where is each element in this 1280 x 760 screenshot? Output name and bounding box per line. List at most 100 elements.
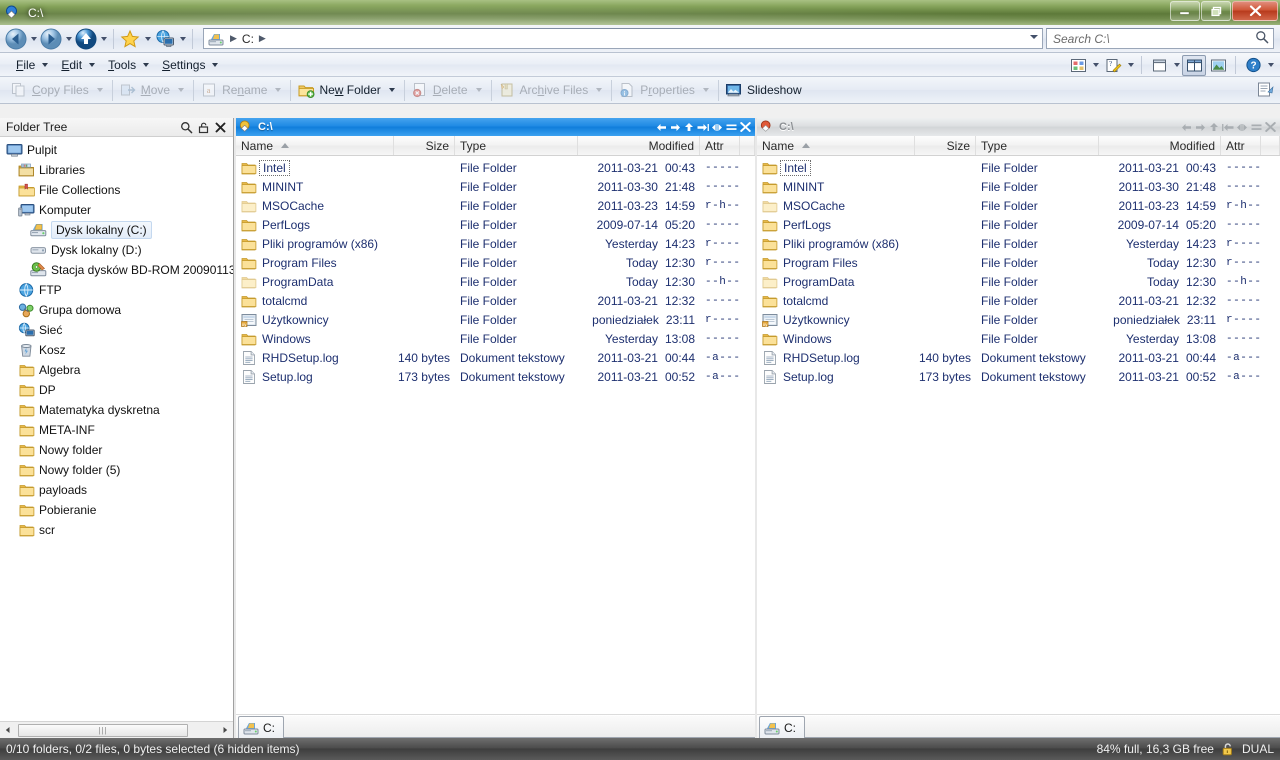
- cell-name[interactable]: Windows: [236, 329, 394, 348]
- breadcrumb-item-0[interactable]: C:: [242, 32, 254, 46]
- pane-menu-icon[interactable]: [1249, 119, 1263, 135]
- back-history-dropdown[interactable]: [28, 27, 39, 51]
- pencil-note-icon[interactable]: ?: [1101, 55, 1125, 76]
- tree-search-button[interactable]: [178, 119, 195, 136]
- tab-left-c[interactable]: C:: [238, 716, 284, 738]
- chevron-down-icon[interactable]: [89, 63, 95, 67]
- pane-title-bar-right[interactable]: C:\: [757, 118, 1280, 136]
- chevron-down-icon[interactable]: [703, 88, 709, 92]
- window-title-bar[interactable]: C:\: [0, 0, 1280, 25]
- column-headers-right[interactable]: Name Size Type Modified Attr: [757, 136, 1280, 156]
- equalize-panes-icon[interactable]: [710, 119, 724, 135]
- cell-name[interactable]: totalcmd: [757, 291, 915, 310]
- back-button[interactable]: [4, 27, 28, 51]
- tree-node-matematyka-dyskretna[interactable]: Matematyka dyskretna: [0, 400, 233, 420]
- search-icon[interactable]: [1255, 30, 1269, 47]
- customize-toolbar-icon[interactable]: [1257, 81, 1274, 101]
- pane-back-icon[interactable]: [654, 119, 668, 135]
- column-header-name[interactable]: Name: [757, 136, 915, 155]
- tree-node-scr[interactable]: scr: [0, 520, 233, 540]
- unlock-icon[interactable]: [195, 119, 212, 136]
- tree-node-nowy-folder[interactable]: Nowy folder: [0, 440, 233, 460]
- scroll-right-arrow-icon[interactable]: [217, 723, 233, 738]
- move-button[interactable]: Move: [115, 78, 191, 103]
- cell-name[interactable]: totalcmd: [236, 291, 394, 310]
- chevron-down-icon[interactable]: [275, 88, 281, 92]
- column-header-size[interactable]: Size: [915, 136, 976, 155]
- column-headers-left[interactable]: Name Size Type Modified Attr: [236, 136, 755, 156]
- up-history-dropdown[interactable]: [98, 27, 109, 51]
- menu-tools[interactable]: Tools: [102, 54, 156, 76]
- table-row[interactable]: totalcmdFile Folder2011-03-2112:32-----: [757, 291, 1280, 310]
- tree-node-dysk-lokalny-c[interactable]: Dysk lokalny (C:): [0, 220, 233, 240]
- tab-strip-right-filler[interactable]: [805, 716, 1280, 738]
- table-row[interactable]: IntelFile Folder2011-03-2100:43-----: [757, 158, 1280, 177]
- tree-node-ftp[interactable]: FTP: [0, 280, 233, 300]
- tab-strip-right[interactable]: C:: [757, 714, 1280, 738]
- cell-name[interactable]: MININT: [236, 177, 394, 196]
- chevron-down-icon[interactable]: [389, 88, 395, 92]
- chevron-down-icon[interactable]: [178, 88, 184, 92]
- navigation-bar[interactable]: ▶ C: ▶ Search C:\: [0, 25, 1280, 53]
- table-row[interactable]: RHDSetup.log140 bytesDokument tekstowy20…: [236, 348, 755, 367]
- tab-strip-left[interactable]: C:: [236, 714, 755, 738]
- column-header-type[interactable]: Type: [455, 136, 578, 155]
- swap-panes-icon[interactable]: [696, 119, 710, 135]
- menu-bar-right-buttons[interactable]: ? ?: [1066, 53, 1276, 77]
- column-header-attr[interactable]: Attr: [700, 136, 740, 155]
- equalize-panes-icon[interactable]: [1235, 119, 1249, 135]
- restore-button[interactable]: [1201, 1, 1231, 21]
- image-preview-icon[interactable]: [1206, 55, 1230, 76]
- tab-strip-left-filler[interactable]: [284, 716, 755, 738]
- up-button[interactable]: [74, 27, 98, 51]
- table-row[interactable]: Setup.log173 bytesDokument tekstowy2011-…: [757, 367, 1280, 386]
- network-dropdown[interactable]: [177, 27, 188, 51]
- pane-buttons-left[interactable]: [654, 118, 752, 136]
- table-row[interactable]: MININTFile Folder2011-03-3021:48-----: [236, 177, 755, 196]
- column-header-size[interactable]: Size: [394, 136, 455, 155]
- tree-node-nowy-folder-5[interactable]: Nowy folder (5): [0, 460, 233, 480]
- file-list-right[interactable]: IntelFile Folder2011-03-2100:43-----MINI…: [757, 156, 1280, 714]
- table-row[interactable]: PerfLogsFile Folder2009-07-1405:20-----: [236, 215, 755, 234]
- table-row[interactable]: xyUżytkownicyFile Folderponiedziałek23:1…: [236, 310, 755, 329]
- table-row[interactable]: Program FilesFile FolderToday12:30r----: [236, 253, 755, 272]
- tree-node-payloads[interactable]: payloads: [0, 480, 233, 500]
- tree-node-dp[interactable]: DP: [0, 380, 233, 400]
- pane-close-icon[interactable]: [738, 119, 752, 135]
- tree-node-grupa-domowa[interactable]: Grupa domowa: [0, 300, 233, 320]
- close-icon[interactable]: [212, 119, 229, 136]
- chevron-down-icon[interactable]: [212, 63, 218, 67]
- single-pane-icon[interactable]: [1147, 55, 1171, 76]
- chevron-down-icon[interactable]: [1030, 35, 1038, 39]
- close-button[interactable]: [1232, 1, 1278, 21]
- folder-tree-list[interactable]: PulpitLibrariesFile CollectionsKomputerD…: [0, 137, 233, 721]
- cell-name[interactable]: xyUżytkownicy: [236, 310, 394, 329]
- cell-name[interactable]: Pliki programów (x86): [757, 234, 915, 253]
- grid-view-dropdown[interactable]: [1090, 53, 1101, 77]
- tree-node-meta-inf[interactable]: META-INF: [0, 420, 233, 440]
- slideshow-button[interactable]: Slideshow: [721, 78, 805, 103]
- cell-name[interactable]: RHDSetup.log: [757, 348, 915, 367]
- menu-settings[interactable]: Settings: [156, 54, 225, 76]
- table-row[interactable]: MSOCacheFile Folder2011-03-2314:59r-h--: [236, 196, 755, 215]
- forward-button[interactable]: [39, 27, 63, 51]
- tree-node-sie[interactable]: Sieć: [0, 320, 233, 340]
- pane-up-icon[interactable]: [682, 119, 696, 135]
- pane-forward-icon[interactable]: [1193, 119, 1207, 135]
- pane-layout-dropdown[interactable]: [1171, 53, 1182, 77]
- column-header-modified[interactable]: Modified: [578, 136, 700, 155]
- cell-name[interactable]: ProgramData: [236, 272, 394, 291]
- grid-icon[interactable]: [1066, 55, 1090, 76]
- table-row[interactable]: WindowsFile FolderYesterday13:08-----: [236, 329, 755, 348]
- column-header-name[interactable]: Name: [236, 136, 394, 155]
- tree-node-dysk-lokalny-d[interactable]: Dysk lokalny (D:): [0, 240, 233, 260]
- cell-name[interactable]: PerfLogs: [757, 215, 915, 234]
- table-row[interactable]: Program FilesFile FolderToday12:30r----: [757, 253, 1280, 272]
- minimize-button[interactable]: [1170, 1, 1200, 21]
- menu-file[interactable]: File: [10, 54, 55, 76]
- properties-button[interactable]: i Properties: [614, 78, 716, 103]
- tree-node-pulpit[interactable]: Pulpit: [0, 140, 233, 160]
- tree-node-file-collections[interactable]: File Collections: [0, 180, 233, 200]
- table-row[interactable]: totalcmdFile Folder2011-03-2112:32-----: [236, 291, 755, 310]
- cell-name[interactable]: PerfLogs: [236, 215, 394, 234]
